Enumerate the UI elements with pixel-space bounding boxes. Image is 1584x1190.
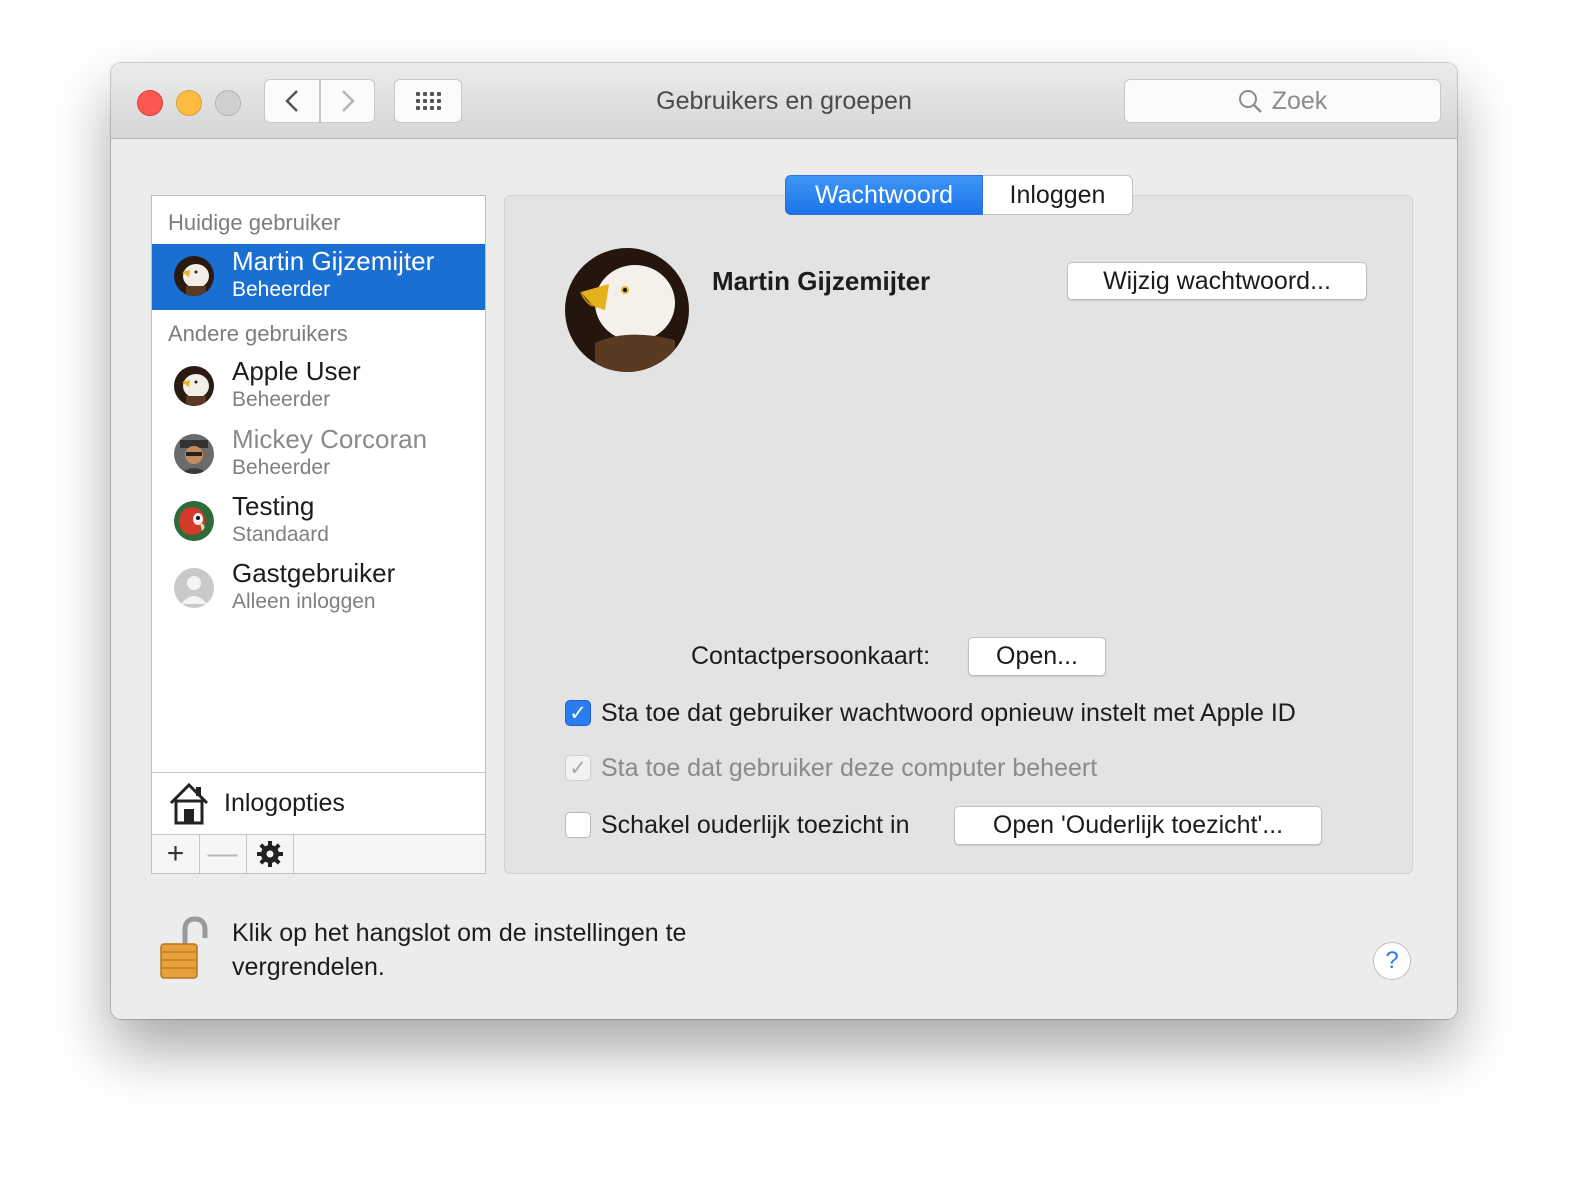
list-toolbar: + — (152, 834, 485, 873)
open-parental-controls-button[interactable]: Open 'Ouderlijk toezicht'... (954, 806, 1322, 845)
user-role: Beheerder (232, 388, 331, 411)
tab-password[interactable]: Wachtwoord (785, 175, 983, 215)
tab-login[interactable]: Inloggen (983, 175, 1133, 215)
user-full-name: Martin Gijzemijter (712, 266, 931, 296)
person-avatar (174, 434, 214, 474)
gear-icon (256, 841, 283, 867)
search-icon (1238, 90, 1262, 113)
user-picture[interactable] (565, 248, 689, 372)
reset-with-apple-id-row[interactable]: ✓ Sta toe dat gebruiker wachtwoord opnie… (565, 698, 1296, 728)
user-role: Alleen inloggen (232, 590, 376, 613)
user-list: Huidige gebruiker Martin Gijzemijter Beh… (151, 195, 486, 874)
contact-open-button[interactable]: Open... (968, 637, 1106, 676)
search-field[interactable]: Zoek (1124, 79, 1441, 123)
settings-panel: Martin Gijzemijter Wijzig wachtwoord... … (504, 195, 1413, 874)
user-row-current[interactable]: Martin Gijzemijter Beheerder (152, 244, 485, 310)
user-row-mickey-corcoran[interactable]: Mickey Corcoran Beheerder (152, 422, 485, 488)
settings-menu-button[interactable] (246, 835, 294, 873)
house-icon (169, 782, 209, 825)
user-row-apple-user[interactable]: Apple User Beheerder (152, 354, 485, 420)
other-users-header: Andere gebruikers (168, 321, 348, 346)
user-name: Testing (232, 491, 315, 521)
guest-avatar (174, 568, 214, 608)
search-placeholder: Zoek (1271, 86, 1328, 115)
admin-row: ✓ Sta toe dat gebruiker deze computer be… (565, 753, 1097, 783)
admin-checkbox: ✓ (565, 755, 591, 781)
contact-card-label: Contactpersoonkaart: (691, 642, 931, 670)
parental-controls-row[interactable]: Schakel ouderlijk toezicht in (565, 810, 910, 840)
user-row-testing[interactable]: Testing Standaard (152, 489, 485, 555)
preferences-window: Gebruikers en groepen Zoek Huidige gebru… (111, 63, 1457, 1019)
current-user-header: Huidige gebruiker (168, 210, 341, 235)
parrot-avatar (174, 501, 214, 541)
tab-bar: Wachtwoord Inloggen (785, 175, 1133, 215)
parental-controls-checkbox[interactable] (565, 812, 591, 838)
user-role: Standaard (232, 523, 329, 546)
change-password-button[interactable]: Wijzig wachtwoord... (1067, 262, 1367, 300)
user-name: Martin Gijzemijter (232, 246, 435, 276)
login-options-label: Inlogopties (224, 789, 345, 817)
eagle-avatar (174, 366, 214, 406)
checkbox-label: Sta toe dat gebruiker wachtwoord opnieuw… (601, 698, 1296, 727)
user-name: Mickey Corcoran (232, 424, 428, 454)
remove-user-button[interactable]: — (199, 835, 247, 873)
user-role: Beheerder (232, 278, 331, 301)
user-role: Beheerder (232, 456, 331, 479)
user-name: Gastgebruiker (232, 558, 396, 588)
lock-instructions: Klik op het hangslot om de instellingen … (232, 919, 687, 981)
title-bar: Gebruikers en groepen Zoek (111, 63, 1457, 139)
user-row-guest[interactable]: Gastgebruiker Alleen inloggen (152, 556, 485, 622)
padlock-open-icon (160, 916, 208, 979)
reset-with-apple-id-checkbox[interactable]: ✓ (565, 700, 591, 726)
lock-button[interactable] (159, 916, 209, 980)
help-button[interactable]: ? (1373, 942, 1411, 980)
checkbox-label: Schakel ouderlijk toezicht in (601, 810, 910, 839)
login-options-item[interactable]: Inlogopties (152, 772, 485, 834)
checkbox-label: Sta toe dat gebruiker deze computer behe… (601, 753, 1098, 782)
user-name: Apple User (232, 356, 361, 386)
add-user-button[interactable]: + (152, 835, 200, 873)
eagle-avatar (174, 256, 214, 296)
